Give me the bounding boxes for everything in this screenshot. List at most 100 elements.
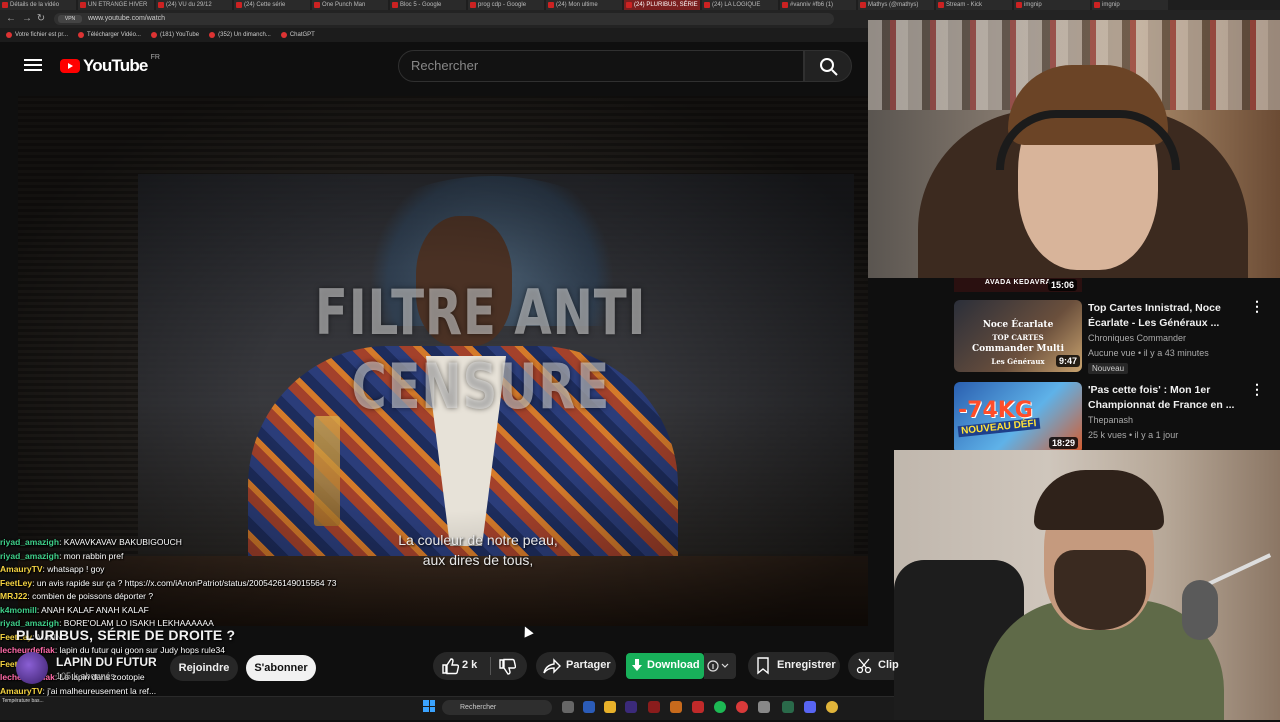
- download-icon: [632, 659, 642, 671]
- channel-name[interactable]: LAPIN DU FUTUR: [56, 655, 157, 669]
- chat-text: lapin du futur qui goon sur Judy hops ru…: [59, 645, 225, 655]
- webcam-top: [868, 20, 1280, 278]
- browser-tab[interactable]: (24) LA LOGIQUE: [702, 0, 778, 10]
- chat-username[interactable]: MRJ22: [0, 591, 27, 601]
- clip-label: Clip: [878, 659, 899, 671]
- browser-tab[interactable]: imgnip: [1014, 0, 1090, 10]
- bookmarks-bar: Votre fichier est pr... Télécharger Vidéo…: [0, 28, 868, 42]
- chat-message: MRJ22: combien de poissons déporter ?: [0, 591, 154, 601]
- forward-icon[interactable]: →: [20, 12, 34, 26]
- chat-message: FeetLey: un avis rapide sur ça ? https:/…: [0, 577, 337, 588]
- browser-tab[interactable]: Mathys (@mathys): [858, 0, 934, 10]
- bookmark-item[interactable]: Télécharger Vidéo...: [78, 32, 141, 38]
- browser-tab[interactable]: Détails de la vidéo: [0, 0, 76, 10]
- opera-icon[interactable]: [648, 701, 660, 713]
- app-icon[interactable]: [670, 701, 682, 713]
- dislike-icon[interactable]: [498, 658, 516, 676]
- overlay-line: CENSURE: [351, 350, 611, 423]
- browser-tab[interactable]: (24) Mon ultime: [546, 0, 622, 10]
- subscribe-button[interactable]: S'abonner: [246, 655, 316, 681]
- bookmark-item[interactable]: (181) YouTube: [150, 32, 199, 38]
- chat-username[interactable]: AmauryTV: [0, 686, 43, 696]
- bookmark-favicon-icon: [150, 32, 157, 38]
- browser-tab[interactable]: imgnip: [1092, 0, 1168, 10]
- bookmark-favicon-icon: [280, 32, 287, 38]
- duration-badge: 9:47: [1056, 355, 1081, 367]
- like-icon[interactable]: [441, 657, 459, 675]
- youtube-logo[interactable]: YouTube FR: [60, 54, 160, 76]
- chat-username[interactable]: FeetLey: [0, 578, 32, 588]
- file-explorer-icon[interactable]: [604, 701, 616, 713]
- more-options-icon[interactable]: ⋮: [1250, 299, 1264, 313]
- chat-username[interactable]: AmauryTV: [0, 564, 43, 574]
- browser-tab[interactable]: Stream - Kick: [936, 0, 1012, 10]
- recommendation-channel[interactable]: Chroniques Commander: [1088, 331, 1186, 346]
- browser-tab[interactable]: (24) VU du 29/12: [156, 0, 232, 10]
- taskbar-search[interactable]: Rechercher: [442, 700, 552, 715]
- subscriber-count: 105 k abonnés: [56, 671, 116, 681]
- app-icon[interactable]: [758, 701, 770, 713]
- join-button[interactable]: Rejoindre: [170, 655, 238, 681]
- chrome-icon[interactable]: [826, 701, 838, 713]
- download-options-button[interactable]: [704, 653, 736, 679]
- chat-username[interactable]: riyad_amazigh: [0, 551, 59, 561]
- premiere-icon[interactable]: [625, 701, 637, 713]
- url-text: www.youtube.com/watch: [88, 15, 166, 22]
- browser-tab[interactable]: (24) Cette série: [234, 0, 310, 10]
- spotify-icon[interactable]: [714, 701, 726, 713]
- new-badge: Nouveau: [1088, 363, 1129, 374]
- more-options-icon[interactable]: ⋮: [1250, 382, 1264, 396]
- app-icon[interactable]: [782, 701, 794, 713]
- youtube-play-icon: [60, 59, 80, 73]
- task-view-icon[interactable]: [562, 701, 574, 713]
- photoshop-icon[interactable]: [583, 701, 595, 713]
- chat-text: whatsapp ! goy: [47, 564, 105, 574]
- bookmark-favicon-icon: [209, 32, 216, 38]
- browser-tab[interactable]: Bloc 5 - Google: [390, 0, 466, 10]
- chat-username[interactable]: k4momill: [0, 605, 37, 615]
- app-icon[interactable]: [692, 701, 704, 713]
- chat-text: mon rabbin pref: [63, 550, 124, 561]
- reload-icon[interactable]: ↻: [34, 12, 48, 26]
- recommendation-title[interactable]: 'Pas cette fois' : Mon 1er Championnat d…: [1088, 383, 1248, 413]
- browser-tab[interactable]: UN ETRANGE HIVER: [78, 0, 154, 10]
- youtube-wordmark: YouTube: [83, 56, 148, 75]
- search-icon: [820, 58, 838, 76]
- back-icon[interactable]: ←: [4, 12, 18, 26]
- like-count[interactable]: 2 k: [462, 659, 477, 671]
- chat-username[interactable]: riyad_amazigh: [0, 537, 59, 547]
- url-badge: VPN: [58, 15, 82, 23]
- discord-icon[interactable]: [804, 701, 816, 713]
- weather-widget[interactable]: Température bas...: [2, 698, 44, 704]
- bookmark-item[interactable]: Votre fichier est pr...: [6, 32, 68, 38]
- recommendation-channel[interactable]: Thepanash: [1088, 413, 1133, 428]
- browser-tab[interactable]: #vanniv #fb6 (1): [780, 0, 856, 10]
- video-overlay-title: FILTRE ANTI CENSURE: [120, 276, 842, 424]
- overlay-line: FILTRE ANTI: [314, 276, 647, 349]
- browser-tab[interactable]: One Punch Man: [312, 0, 388, 10]
- bookmark-label: (352) Un dimanch...: [218, 32, 271, 38]
- thumbnail-text: Noce Écarlate: [982, 320, 1054, 330]
- chat-message: k4momill: ANAH KALAF ANAH KALAF: [0, 604, 149, 615]
- duration-badge: 15:06: [1048, 279, 1078, 291]
- bookmark-favicon-icon: [6, 32, 12, 38]
- bookmark-item[interactable]: (352) Un dimanch...: [209, 32, 271, 38]
- browser-tab[interactable]: prog cdp - Google: [468, 0, 544, 10]
- search-button[interactable]: [804, 50, 852, 82]
- windows-start-icon[interactable]: [423, 700, 435, 712]
- bookmark-label: Votre fichier est pr...: [15, 32, 69, 38]
- url-field[interactable]: VPN www.youtube.com/watch: [54, 13, 834, 25]
- info-icon: [707, 660, 729, 672]
- menu-icon[interactable]: [24, 56, 42, 74]
- browser-tab[interactable]: (24) PLURIBUS, SÉRIE: [624, 0, 700, 10]
- webcam-bottom: [894, 450, 1280, 720]
- recommendation-title[interactable]: Top Cartes Innistrad, Noce Écarlate - Le…: [1088, 301, 1248, 331]
- bookmark-item[interactable]: ChatGPT: [280, 32, 315, 38]
- search-input[interactable]: Rechercher: [398, 50, 804, 82]
- share-icon: [543, 658, 561, 674]
- bookmark-favicon-icon: [78, 32, 85, 38]
- recommendation-meta: Aucune vue • il y a 43 minutes: [1088, 348, 1209, 358]
- channel-avatar[interactable]: [16, 652, 48, 684]
- app-icon[interactable]: [736, 701, 748, 713]
- share-label: Partager: [566, 659, 611, 671]
